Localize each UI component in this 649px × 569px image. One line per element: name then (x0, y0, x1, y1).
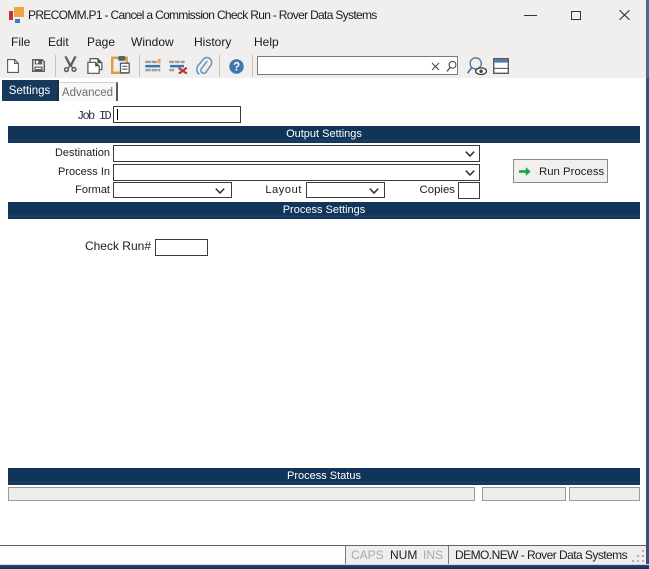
svg-text:?: ? (233, 62, 240, 74)
